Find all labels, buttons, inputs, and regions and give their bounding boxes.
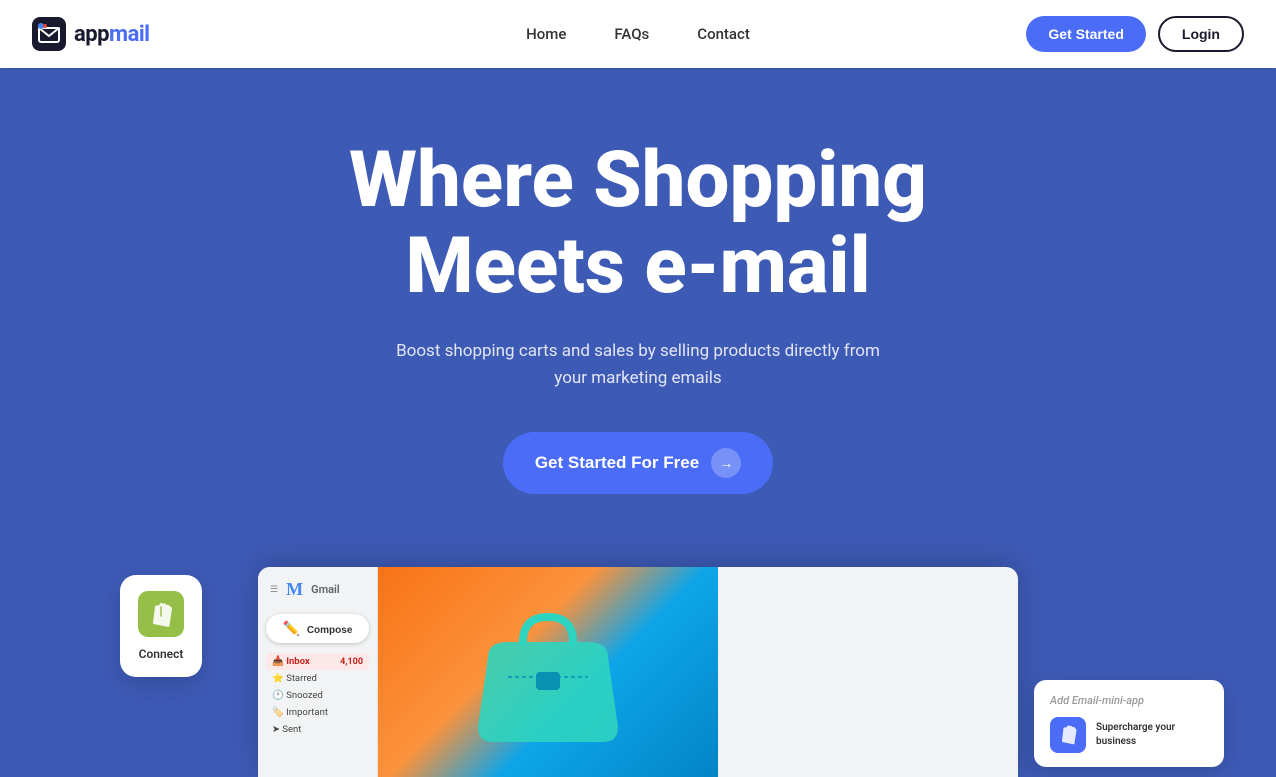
nav-home[interactable]: Home xyxy=(526,25,566,43)
nav-contact[interactable]: Contact xyxy=(697,25,750,43)
hero-section: Where Shopping Meets e-mail Boost shoppi… xyxy=(0,68,1276,777)
gmail-main-area xyxy=(378,567,1018,777)
gmail-compose-button[interactable]: ✏️ Compose xyxy=(266,614,369,643)
nav-faqs[interactable]: FAQs xyxy=(614,25,649,43)
add-app-card-title: Add Email-mini-app xyxy=(1050,694,1208,707)
gmail-snoozed[interactable]: 🕐 Snoozed xyxy=(266,687,369,704)
appmail-logo-icon xyxy=(32,17,66,51)
gmail-mockup: ☰ M Gmail ✏️ Compose 📥 Inbox 4,100 ⭐ Sta… xyxy=(258,567,1018,777)
gmail-important[interactable]: 🏷️ Important xyxy=(266,704,369,721)
gmail-sent[interactable]: ➤ Sent xyxy=(266,721,369,738)
nav-actions: Get Started Login xyxy=(1026,16,1244,52)
shopify-bag-icon xyxy=(138,591,184,637)
header: appmail Home FAQs Contact Get Started Lo… xyxy=(0,0,1276,68)
logo: appmail xyxy=(32,17,150,51)
header-login-button[interactable]: Login xyxy=(1158,16,1244,52)
hero-cta-button[interactable]: Get Started For Free → xyxy=(503,432,773,494)
hero-subtitle: Boost shopping carts and sales by sellin… xyxy=(388,338,888,392)
shopify-connect-label: Connect xyxy=(139,647,184,661)
header-get-started-button[interactable]: Get Started xyxy=(1026,16,1145,52)
gmail-starred[interactable]: ⭐ Starred xyxy=(266,670,369,687)
hero-title: Where Shopping Meets e-mail xyxy=(349,138,927,310)
gmail-header: ☰ M Gmail xyxy=(266,579,369,600)
arrow-right-icon: → xyxy=(711,448,741,478)
main-nav: Home FAQs Contact xyxy=(526,25,750,43)
handbag-svg xyxy=(448,587,648,757)
add-app-shopify-icon xyxy=(1050,717,1086,753)
email-product-image xyxy=(378,567,718,777)
shopify-connect-card: Connect xyxy=(120,575,202,677)
add-app-description: Supercharge your business xyxy=(1096,721,1208,749)
gmail-sidebar: ☰ M Gmail ✏️ Compose 📥 Inbox 4,100 ⭐ Sta… xyxy=(258,567,378,777)
add-app-card-row: Supercharge your business xyxy=(1050,717,1208,753)
gmail-inbox[interactable]: 📥 Inbox 4,100 xyxy=(266,653,369,670)
add-email-app-card: Add Email-mini-app Supercharge your busi… xyxy=(1034,680,1224,767)
logo-text: appmail xyxy=(74,22,150,47)
